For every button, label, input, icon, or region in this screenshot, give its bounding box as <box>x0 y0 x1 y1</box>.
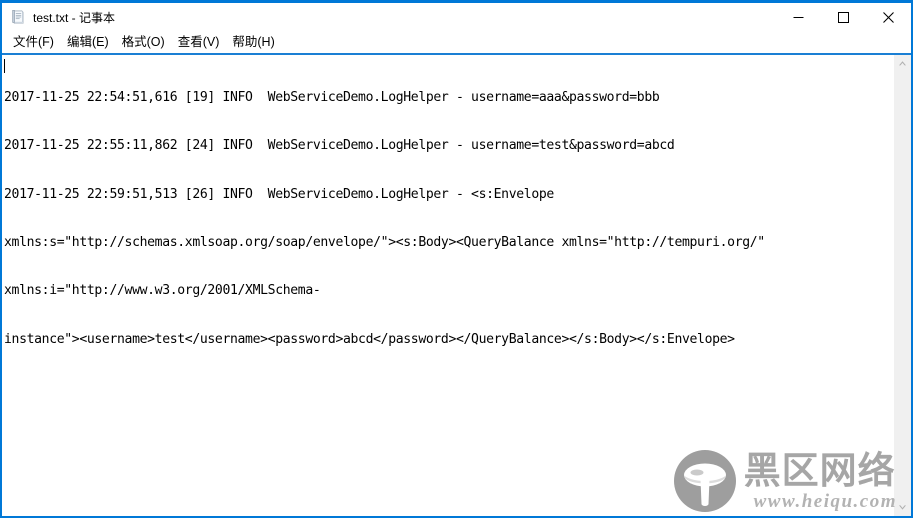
text-line: 2017-11-25 22:59:51,513 [26] INFO WebSer… <box>4 186 554 202</box>
maximize-button[interactable] <box>821 3 866 31</box>
text-line: 2017-11-25 22:55:11,862 [24] INFO WebSer… <box>4 138 675 154</box>
menu-item-format[interactable]: 格式(O) <box>118 32 174 52</box>
scroll-down-icon[interactable] <box>894 499 911 516</box>
caption-buttons <box>776 3 911 31</box>
menu-item-edit[interactable]: 编辑(E) <box>63 32 118 52</box>
document-text: 2017-11-25 22:54:51,616 [19] INFO WebSer… <box>4 58 893 380</box>
text-line: xmlns:s="http://schemas.xmlsoap.org/soap… <box>4 235 765 251</box>
text-line: 2017-11-25 22:54:51,616 [19] INFO WebSer… <box>4 90 660 106</box>
notepad-window: test.txt - 记事本 文件(F) 编辑(E) 格式(O) 查看(V) 帮… <box>0 0 913 518</box>
title-bar-left: test.txt - 记事本 <box>2 9 115 26</box>
text-caret <box>4 59 5 73</box>
text-editor[interactable]: 2017-11-25 22:54:51,616 [19] INFO WebSer… <box>2 55 893 516</box>
menu-bar: 文件(F) 编辑(E) 格式(O) 查看(V) 帮助(H) <box>2 31 911 53</box>
menu-item-view[interactable]: 查看(V) <box>174 32 229 52</box>
notepad-icon <box>10 9 26 25</box>
client-area: 2017-11-25 22:54:51,616 [19] INFO WebSer… <box>2 53 911 516</box>
title-bar[interactable]: test.txt - 记事本 <box>2 3 911 31</box>
close-button[interactable] <box>866 3 911 31</box>
vertical-scrollbar[interactable] <box>893 55 911 516</box>
minimize-button[interactable] <box>776 3 821 31</box>
menu-item-file[interactable]: 文件(F) <box>9 32 63 52</box>
text-line: instance"><username>test</username><pass… <box>4 331 735 347</box>
window-title: test.txt - 记事本 <box>33 10 116 25</box>
scroll-up-icon[interactable] <box>894 55 911 72</box>
scrollbar-track[interactable] <box>894 72 911 499</box>
menu-item-help[interactable]: 帮助(H) <box>228 32 283 52</box>
text-line: xmlns:i="http://www.w3.org/2001/XMLSchem… <box>4 283 321 299</box>
